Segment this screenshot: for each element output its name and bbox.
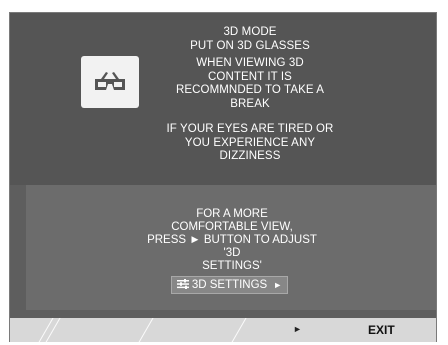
hint-line: COMFORTABLE VIEW, — [171, 221, 293, 233]
warning-line: DIZZINESS — [219, 150, 281, 162]
hint-line: PRESS ► BUTTON TO ADJUST '3D — [147, 234, 317, 259]
warning-line: IF YOUR EYES ARE TIRED OR — [166, 123, 334, 135]
3d-settings-label: 3D SETTINGS — [191, 279, 268, 291]
settings-hint-text: FOR A MORE COMFORTABLE VIEW, PRESS ► BUT… — [146, 208, 318, 273]
info-panel: 3D MODE PUT ON 3D GLASSES WHEN VIEWING 3… — [10, 13, 436, 185]
warning-line: YOU EXPERIENCE ANY — [184, 136, 316, 149]
warning-line: RECOMMNDED TO TAKE A — [175, 84, 325, 96]
right-arrow-icon: ► — [273, 280, 283, 290]
warning-line: PUT ON 3D GLASSES — [190, 39, 310, 52]
3d-settings-button[interactable]: 3D SETTINGS ► — [171, 276, 288, 294]
3d-warning-text: 3D MODE PUT ON 3D GLASSES WHEN VIEWING 3… — [150, 26, 350, 164]
warning-line: 3D MODE — [223, 26, 277, 38]
warning-line: WHEN VIEWING 3D — [196, 57, 304, 69]
warning-line: CONTENT IT IS — [208, 70, 292, 83]
footer-right-arrow-icon[interactable]: ► — [293, 324, 302, 334]
osd-dialog: 3D MODE PUT ON 3D GLASSES WHEN VIEWING 3… — [9, 12, 437, 342]
3d-glasses-icon — [81, 56, 139, 108]
hint-line: SETTINGS' — [202, 260, 262, 272]
exit-button[interactable]: EXIT — [368, 323, 395, 337]
settings-panel: FOR A MORE COMFORTABLE VIEW, PRESS ► BUT… — [26, 185, 436, 310]
sliders-icon — [176, 278, 189, 292]
warning-line: BREAK — [230, 97, 270, 110]
footer-bar: ► EXIT — [10, 318, 436, 342]
hint-line: FOR A MORE — [196, 208, 268, 220]
